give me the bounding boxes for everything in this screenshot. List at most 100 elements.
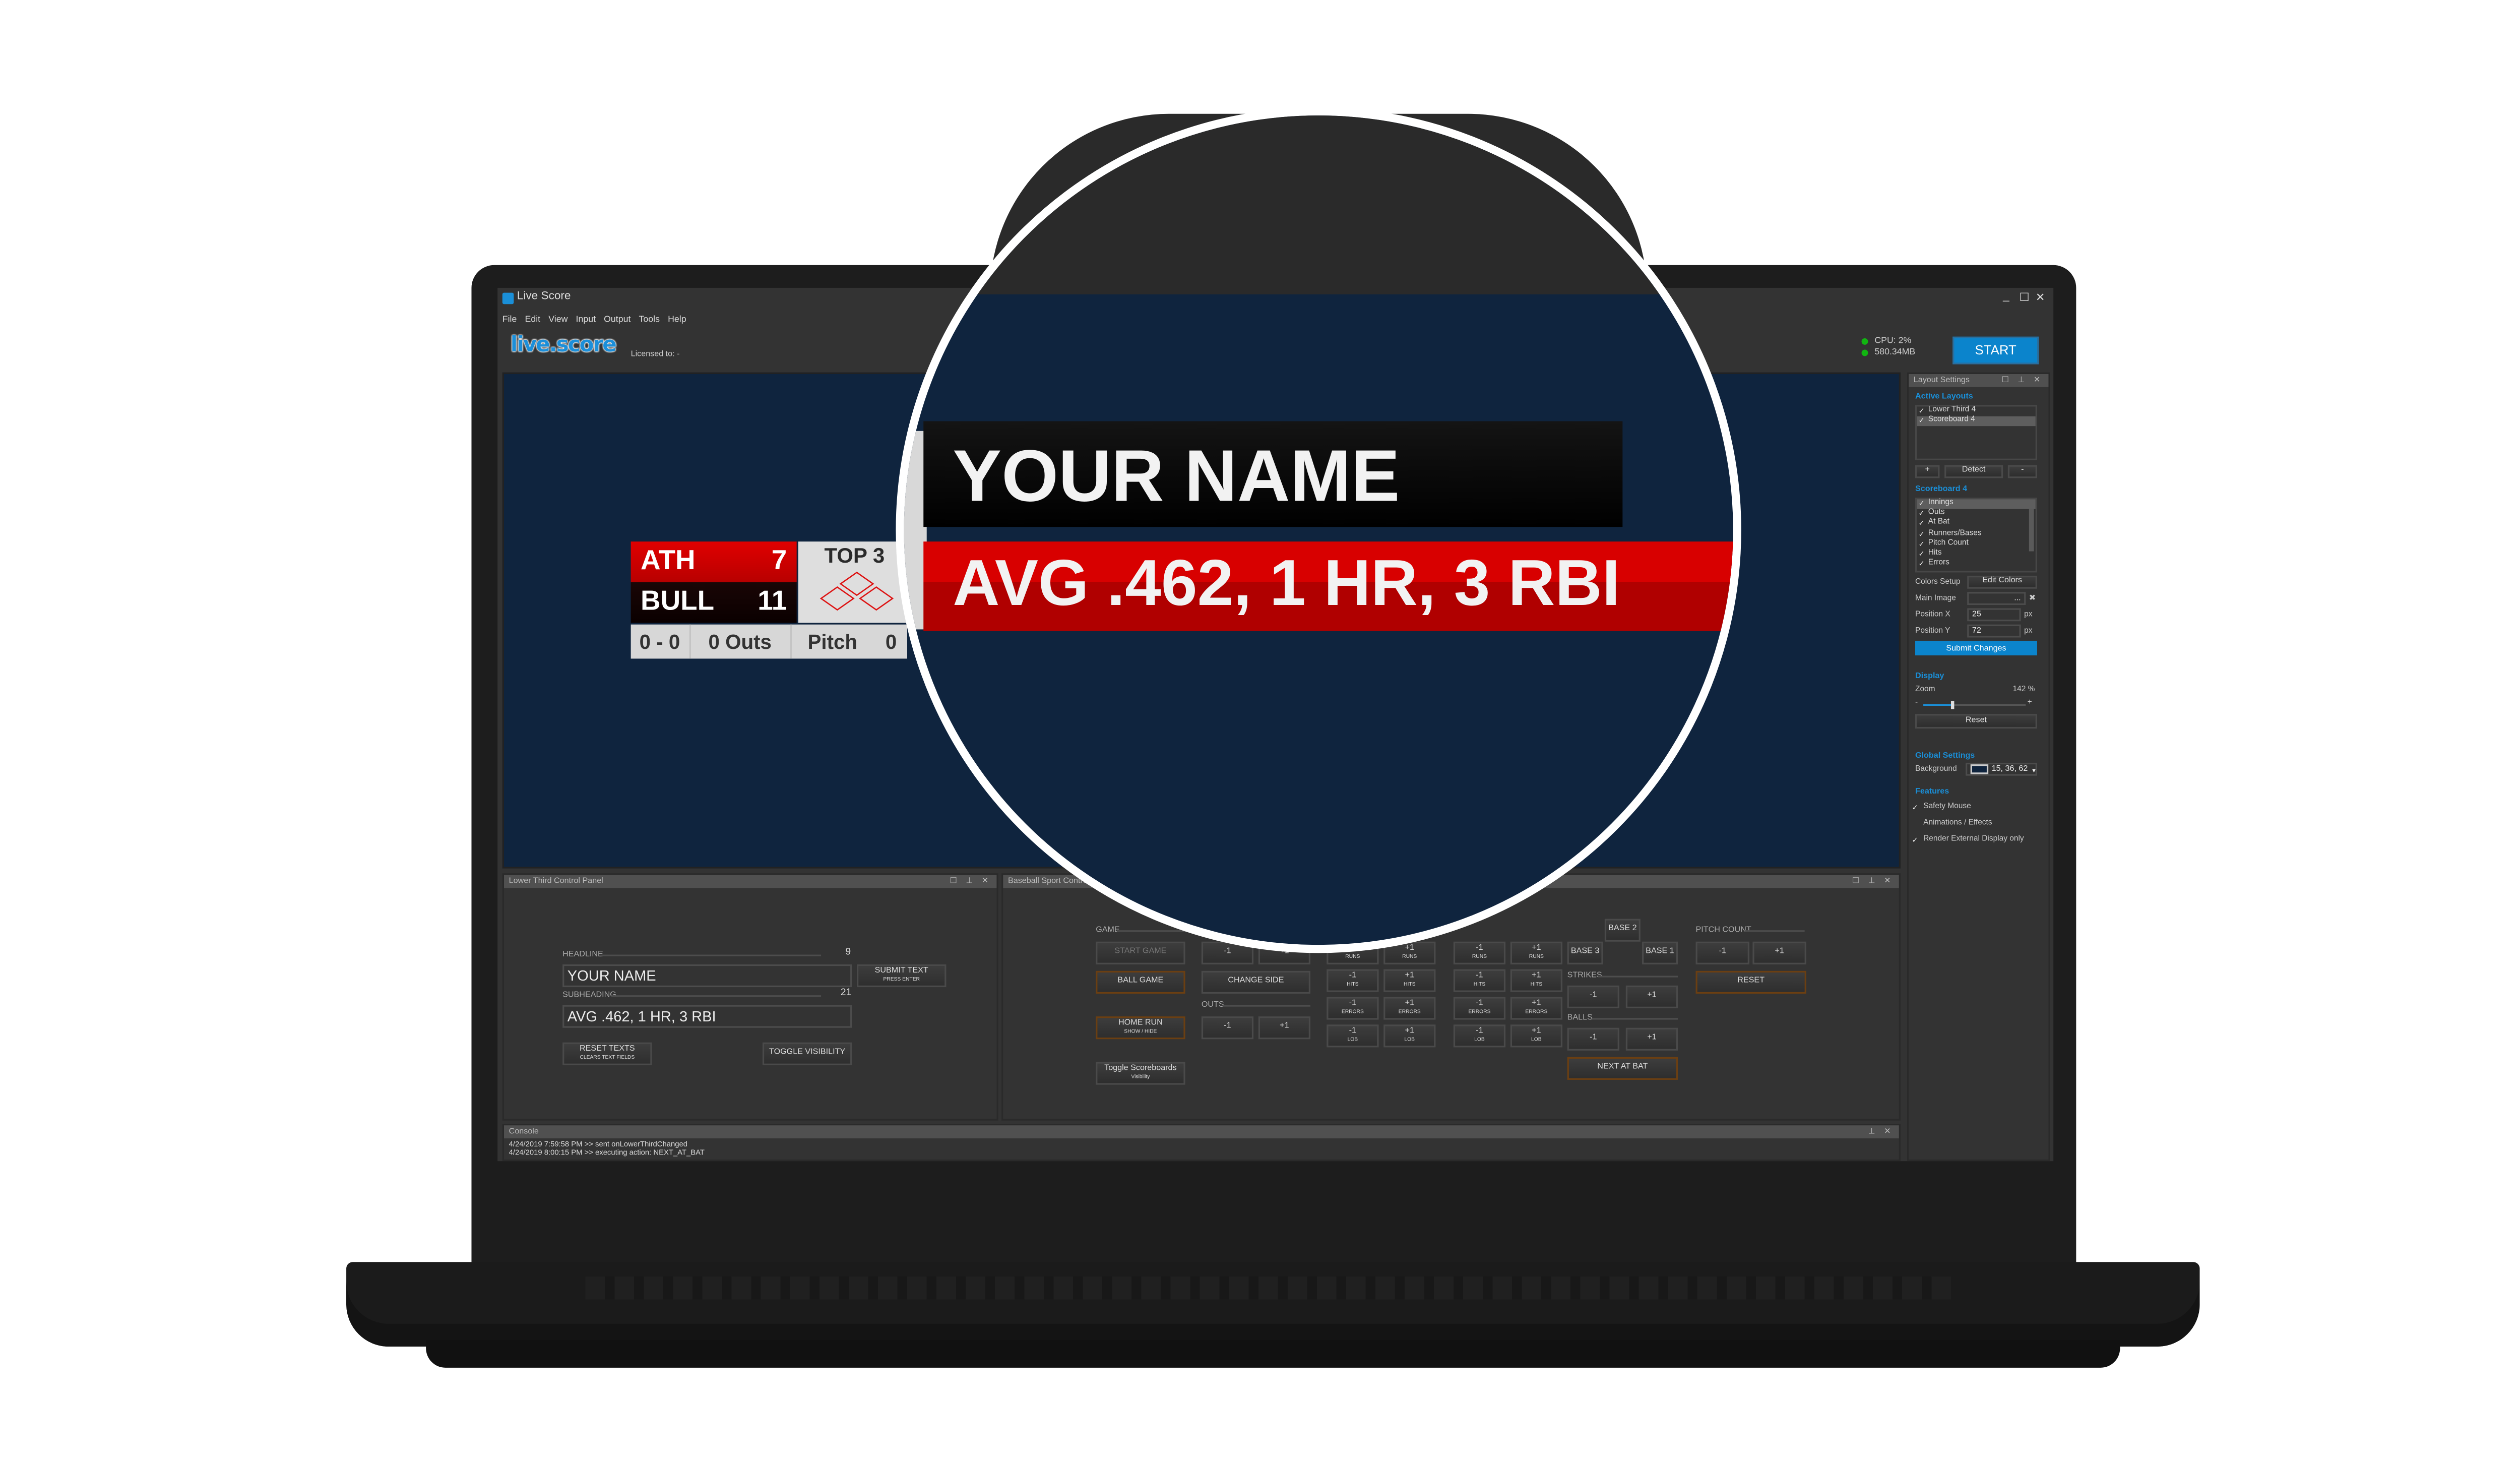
panel-header: Lower Third Control Panel ☐ ⊥ ✕: [503, 875, 997, 888]
cpu-text: CPU: 2%: [1874, 336, 1912, 347]
toggle-visibility-button[interactable]: TOGGLE VISIBILITY: [762, 1042, 852, 1065]
submit-changes-button[interactable]: Submit Changes: [1915, 640, 2037, 655]
panel-controls-icon[interactable]: ☐ ⊥ ✕: [1852, 875, 1894, 888]
layout-item-lower-third[interactable]: Lower Third 4: [1917, 406, 2035, 417]
menu-edit[interactable]: Edit: [525, 316, 541, 332]
scoreboard-item[interactable]: Pitch Count: [1917, 539, 2035, 550]
menu-output[interactable]: Output: [604, 316, 631, 332]
away-errors-minus-button[interactable]: -1 ERRORS: [1327, 997, 1379, 1020]
toggle-scoreboards-button[interactable]: Toggle Scoreboards Visibility: [1096, 1062, 1185, 1085]
home-hits-plus-button[interactable]: +1 HITS: [1510, 969, 1562, 992]
remove-layout-button[interactable]: -: [2007, 465, 2037, 478]
outs-minus-button[interactable]: -1: [1201, 1016, 1254, 1040]
start-game-button[interactable]: START GAME: [1096, 941, 1185, 964]
zoom-out-button[interactable]: -: [1915, 699, 1918, 707]
panel-controls-icon[interactable]: ☐ ⊥ ✕: [950, 875, 991, 888]
layout-item-scoreboard[interactable]: Scoreboard 4: [1917, 416, 2036, 427]
home-run-sublabel: SHOW / HIDE: [1124, 1027, 1157, 1035]
zoom-label: Zoom: [1915, 686, 1935, 695]
away-hits-plus-button[interactable]: +1 HITS: [1383, 969, 1436, 992]
position-x-input[interactable]: 25: [1967, 608, 2021, 622]
home-hits-minus-button[interactable]: -1 HITS: [1453, 969, 1506, 992]
base-2-button[interactable]: BASE 2: [1604, 919, 1641, 942]
pitch-plus-button[interactable]: +1: [1752, 941, 1806, 964]
base-1-button[interactable]: BASE 1: [1642, 941, 1678, 964]
feature-checkbox[interactable]: Animations / Effects: [1912, 816, 2024, 832]
clear-image-icon[interactable]: ✖: [2029, 593, 2036, 603]
change-side-button[interactable]: CHANGE SIDE: [1201, 970, 1310, 994]
menu-file[interactable]: File: [502, 316, 517, 332]
next-at-bat-button[interactable]: NEXT AT BAT: [1567, 1057, 1678, 1080]
strikes-minus-button[interactable]: -1: [1567, 985, 1619, 1008]
scoreboard-elements-list[interactable]: InningsOutsAt BatRunners/BasesPitch Coun…: [1915, 498, 2037, 573]
home-run-button[interactable]: HOME RUN SHOW / HIDE: [1096, 1016, 1185, 1040]
home-lob-minus-button[interactable]: -1 LOB: [1453, 1024, 1506, 1048]
add-layout-button[interactable]: +: [1915, 465, 1940, 478]
scoreboard-item[interactable]: Errors: [1917, 560, 2035, 570]
checkbox-icon[interactable]: ✓: [1912, 800, 1918, 816]
submit-text-button[interactable]: SUBMIT TEXT PRESS ENTER: [856, 964, 947, 988]
subheading-input[interactable]: AVG .462, 1 HR, 3 RBI: [562, 1005, 852, 1028]
outs-plus-button[interactable]: +1: [1258, 1016, 1310, 1040]
home-errors-minus-button[interactable]: -1 ERRORS: [1453, 997, 1506, 1020]
pitch-minus-button[interactable]: -1: [1695, 941, 1749, 964]
zoom-in-button[interactable]: +: [2028, 699, 2032, 707]
menu-help[interactable]: Help: [668, 316, 686, 332]
live-score-logo: live.score: [510, 333, 617, 358]
panel-controls-icon[interactable]: ☐ ⊥ ✕: [2002, 374, 2044, 387]
zoom-slider[interactable]: [1923, 701, 2026, 709]
headline-char-count: 9: [845, 948, 851, 958]
panel-title: Console: [509, 1127, 539, 1137]
main-image-input[interactable]: ...: [1967, 592, 2026, 605]
away-hits-minus-button[interactable]: -1 HITS: [1327, 969, 1379, 992]
menu-view[interactable]: View: [548, 316, 568, 332]
balls-label: BALLS: [1567, 1013, 1593, 1023]
feature-label: Animations / Effects: [1923, 819, 1992, 828]
away-lob-plus-button[interactable]: +1 LOB: [1383, 1024, 1436, 1048]
home-runs-plus-button[interactable]: +1 RUNS: [1510, 941, 1562, 964]
menu-tools[interactable]: Tools: [639, 316, 660, 332]
home-runs-minus-button[interactable]: -1 RUNS: [1453, 941, 1506, 964]
start-button[interactable]: START: [1952, 336, 2039, 364]
position-y-input[interactable]: 72: [1967, 624, 2021, 638]
checkbox-icon[interactable]: ✓: [1912, 833, 1918, 849]
scoreboard-item[interactable]: At Bat: [1917, 519, 2035, 530]
button-stat-label: LOB: [1474, 1036, 1485, 1043]
balls-minus-button[interactable]: -1: [1567, 1027, 1619, 1051]
unit-label: px: [2024, 628, 2033, 636]
ball-game-button[interactable]: BALL GAME: [1096, 970, 1185, 994]
button-stat-label: LOB: [1404, 1036, 1415, 1043]
headline-input[interactable]: YOUR NAME: [562, 964, 852, 988]
balls-plus-button[interactable]: +1: [1625, 1027, 1678, 1051]
detect-button[interactable]: Detect: [1944, 465, 2003, 478]
pitch-reset-button[interactable]: RESET: [1695, 970, 1806, 994]
active-layouts-list[interactable]: Lower Third 4 Scoreboard 4: [1915, 405, 2037, 460]
home-lob-plus-button[interactable]: +1 LOB: [1510, 1024, 1562, 1048]
zoom-slider-thumb[interactable]: [1950, 701, 1954, 709]
scoreboard-item[interactable]: Runners/Bases: [1917, 529, 2035, 540]
scoreboard-item[interactable]: Hits: [1917, 550, 2035, 560]
away-lob-minus-button[interactable]: -1 LOB: [1327, 1024, 1379, 1048]
button-stat-label: RUNS: [1529, 953, 1544, 960]
edit-colors-button[interactable]: Edit Colors: [1967, 575, 2037, 589]
scoreboard-item[interactable]: Outs: [1917, 509, 2035, 520]
feature-checkbox[interactable]: ✓ Safety Mouse: [1912, 800, 2024, 816]
feature-checkbox[interactable]: ✓ Render External Display only: [1912, 833, 2024, 849]
console-line: 4/24/2019 8:00:15 PM >> executing action…: [509, 1148, 705, 1157]
base-3-button[interactable]: BASE 3: [1567, 941, 1603, 964]
panel-controls-icon[interactable]: ⊥ ✕: [1868, 1125, 1894, 1138]
background-color-select[interactable]: 15, 36, 62 ▾: [1965, 762, 2037, 776]
memory-status-icon: [1861, 349, 1868, 355]
close-icon[interactable]: ✕: [2036, 291, 2045, 305]
maximize-icon[interactable]: ☐: [2019, 291, 2029, 305]
reset-zoom-button[interactable]: Reset: [1915, 714, 2037, 729]
home-errors-plus-button[interactable]: +1 ERRORS: [1510, 997, 1562, 1020]
scoreboard-item[interactable]: Innings: [1917, 499, 2036, 510]
strikes-plus-button[interactable]: +1: [1625, 985, 1678, 1008]
scrollbar[interactable]: [2029, 509, 2034, 552]
reset-texts-button[interactable]: RESET TEXTS CLEARS TEXT FIELDS: [562, 1042, 652, 1065]
menu-input[interactable]: Input: [576, 316, 596, 332]
away-errors-plus-button[interactable]: +1 ERRORS: [1383, 997, 1436, 1020]
minimize-icon[interactable]: _: [2003, 291, 2009, 302]
panel-title: Lower Third Control Panel: [509, 876, 603, 887]
